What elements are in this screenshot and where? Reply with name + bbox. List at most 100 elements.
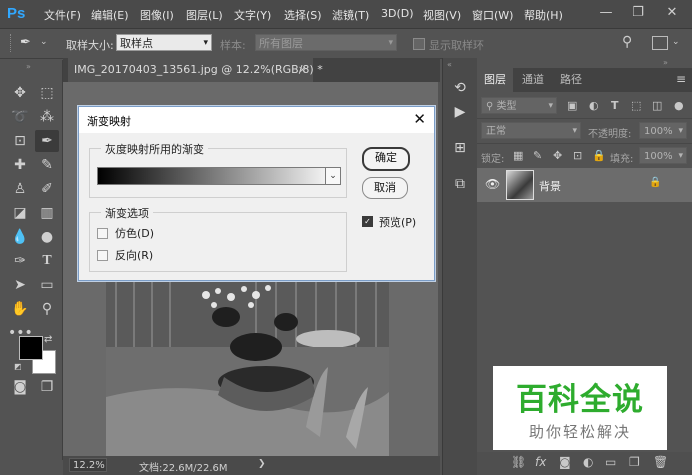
quick-mask-icon[interactable]: ◙ bbox=[8, 376, 32, 398]
sample-dropdown[interactable]: 所有图层 ▾ bbox=[255, 34, 397, 51]
preview-label[interactable]: 预览(P) bbox=[379, 214, 416, 230]
lock-artboard-icon[interactable]: ⊡ bbox=[573, 149, 582, 162]
menu-view[interactable]: 视图(V) bbox=[423, 7, 461, 23]
preview-checkbox[interactable]: ✓ bbox=[362, 216, 373, 227]
healing-brush-tool-icon[interactable]: ✚ bbox=[8, 154, 32, 176]
sample-size-dropdown[interactable]: 取样点 ▾ bbox=[116, 34, 212, 51]
workspace-icon[interactable] bbox=[652, 36, 668, 50]
crop-tool-icon[interactable]: ⊡ bbox=[8, 130, 32, 152]
dither-label[interactable]: 仿色(D) bbox=[115, 225, 154, 241]
pixel-filter-icon[interactable]: ▣ bbox=[567, 99, 577, 112]
chevron-down-icon[interactable]: ⌄ bbox=[40, 37, 48, 47]
eyedropper-preset-icon[interactable]: ✒ bbox=[20, 35, 31, 50]
smart-object-filter-icon[interactable]: ◫ bbox=[652, 99, 662, 112]
eyedropper-tool-icon[interactable]: ✒ bbox=[35, 130, 59, 152]
magic-wand-tool-icon[interactable]: ⁂ bbox=[35, 106, 59, 128]
visibility-eye-icon[interactable]: 👁 bbox=[485, 177, 500, 191]
menu-type[interactable]: 文字(Y) bbox=[234, 7, 271, 23]
fx-icon[interactable]: fx bbox=[535, 455, 546, 469]
default-colors-icon[interactable]: ◩ bbox=[14, 362, 22, 371]
ok-button[interactable]: 确定 bbox=[362, 147, 410, 171]
zoom-tool-icon[interactable]: ⚲ bbox=[35, 298, 59, 320]
layer-name[interactable]: 背景 bbox=[539, 178, 561, 194]
document-image[interactable] bbox=[106, 277, 389, 456]
gradient-tool-icon[interactable]: ▥ bbox=[35, 202, 59, 224]
chevron-down-icon[interactable]: ⌄ bbox=[672, 37, 680, 47]
menu-file[interactable]: 文件(F) bbox=[44, 7, 81, 23]
path-selection-tool-icon[interactable]: ➤ bbox=[8, 274, 32, 296]
dodge-tool-icon[interactable]: ● bbox=[35, 226, 59, 248]
add-mask-icon[interactable]: ◙ bbox=[559, 455, 571, 469]
adjustment-layer-icon[interactable]: ◐ bbox=[583, 455, 593, 469]
eraser-tool-icon[interactable]: ◪ bbox=[8, 202, 32, 224]
dialog-close-icon[interactable]: ✕ bbox=[413, 110, 426, 128]
menu-select[interactable]: 选择(S) bbox=[284, 7, 322, 23]
actions-panel-icon[interactable]: ▶ bbox=[450, 102, 470, 122]
cancel-button[interactable]: 取消 bbox=[362, 177, 408, 199]
panel-menu-icon[interactable]: ≡ bbox=[676, 72, 686, 86]
gradient-dropdown-button[interactable]: ⌄ bbox=[325, 167, 341, 185]
minimize-button[interactable]: — bbox=[592, 3, 620, 23]
status-menu-arrow-icon[interactable]: ❯ bbox=[258, 459, 266, 469]
restore-button[interactable]: ❐ bbox=[624, 3, 652, 23]
blur-tool-icon[interactable]: 💧 bbox=[8, 226, 32, 248]
adjustment-filter-icon[interactable]: ◐ bbox=[589, 99, 599, 112]
menu-layer[interactable]: 图层(L) bbox=[186, 7, 223, 23]
search-icon[interactable]: ⚲ bbox=[622, 34, 632, 50]
zoom-level-field[interactable]: 12.2% bbox=[69, 458, 107, 472]
collapse-panel-icon[interactable]: » bbox=[663, 58, 668, 67]
dither-checkbox[interactable] bbox=[97, 228, 108, 239]
shape-filter-icon[interactable]: ⬚ bbox=[631, 99, 641, 112]
reverse-checkbox[interactable] bbox=[97, 250, 108, 261]
menu-3d[interactable]: 3D(D) bbox=[381, 7, 414, 20]
rectangle-tool-icon[interactable]: ▭ bbox=[35, 274, 59, 296]
collapse-dock-icon[interactable]: « bbox=[447, 60, 452, 69]
swap-colors-icon[interactable]: ⇄ bbox=[44, 334, 52, 345]
marquee-tool-icon[interactable]: ⬚ bbox=[35, 82, 59, 104]
dialog-title-bar[interactable]: 渐变映射 ✕ bbox=[79, 107, 434, 133]
hand-tool-icon[interactable]: ✋ bbox=[8, 298, 32, 320]
menu-window[interactable]: 窗口(W) bbox=[472, 7, 513, 23]
menu-help[interactable]: 帮助(H) bbox=[524, 7, 563, 23]
delete-layer-icon[interactable]: 🗑 bbox=[653, 455, 668, 469]
show-ring-checkbox[interactable] bbox=[413, 38, 425, 50]
tab-paths[interactable]: 路径 bbox=[553, 68, 589, 92]
link-layers-icon[interactable]: ⛓ bbox=[511, 455, 526, 469]
lock-transparent-icon[interactable]: ▦ bbox=[513, 149, 523, 162]
tab-channels[interactable]: 通道 bbox=[515, 68, 551, 92]
tab-layers[interactable]: 图层 bbox=[477, 68, 513, 92]
history-brush-tool-icon[interactable]: ✐ bbox=[35, 178, 59, 200]
new-group-icon[interactable]: ▭ bbox=[605, 455, 616, 469]
blend-mode-dropdown[interactable]: 正常 ▾ bbox=[481, 122, 581, 139]
menu-image[interactable]: 图像(I) bbox=[140, 7, 174, 23]
properties-panel-icon[interactable]: ⊞ bbox=[450, 138, 470, 158]
opacity-field[interactable]: 100% ▾ bbox=[639, 122, 687, 139]
lasso-tool-icon[interactable]: ➰ bbox=[8, 106, 32, 128]
close-tab-icon[interactable]: × bbox=[298, 58, 307, 82]
close-window-button[interactable]: ✕ bbox=[658, 3, 686, 23]
new-layer-icon[interactable]: ❐ bbox=[629, 455, 640, 469]
type-tool-icon[interactable]: T bbox=[35, 250, 59, 272]
document-tab[interactable]: IMG_20170403_13561.jpg @ 12.2%(RGB/8) * … bbox=[68, 58, 323, 82]
screen-mode-icon[interactable]: ❐ bbox=[35, 376, 59, 398]
menu-edit[interactable]: 编辑(E) bbox=[91, 7, 129, 23]
pen-tool-icon[interactable]: ✑ bbox=[8, 250, 32, 272]
filter-toggle-icon[interactable]: ● bbox=[674, 99, 684, 112]
brush-tool-icon[interactable]: ✎ bbox=[35, 154, 59, 176]
lock-position-icon[interactable]: ✥ bbox=[553, 149, 562, 162]
move-tool-icon[interactable]: ✥ bbox=[8, 82, 32, 104]
reverse-label[interactable]: 反向(R) bbox=[115, 247, 153, 263]
lock-image-icon[interactable]: ✎ bbox=[533, 149, 542, 162]
foreground-color-swatch[interactable] bbox=[19, 336, 43, 360]
history-panel-icon[interactable]: ⟲ bbox=[450, 78, 470, 98]
collapse-toolbox-icon[interactable]: » bbox=[26, 62, 31, 71]
fill-field[interactable]: 100% ▾ bbox=[639, 147, 687, 164]
layer-filter-dropdown[interactable]: ⚲ 类型 ▾ bbox=[481, 97, 557, 114]
clone-stamp-tool-icon[interactable]: ♙ bbox=[8, 178, 32, 200]
menu-filter[interactable]: 滤镜(T) bbox=[332, 7, 369, 23]
lock-all-icon[interactable]: 🔒 bbox=[592, 149, 606, 162]
type-filter-icon[interactable]: T bbox=[611, 99, 619, 112]
layer-thumbnail[interactable] bbox=[506, 170, 534, 200]
libraries-panel-icon[interactable]: ⧉ bbox=[450, 174, 470, 194]
gradient-preview[interactable] bbox=[97, 167, 339, 185]
